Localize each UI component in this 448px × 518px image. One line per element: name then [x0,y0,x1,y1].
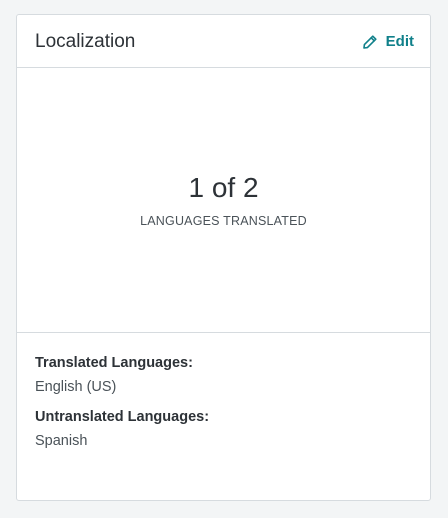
language-details: Translated Languages: English (US) Untra… [35,354,412,450]
translation-count: 1 of 2 [188,172,259,203]
card-header: Localization Edit [17,15,430,68]
untranslated-languages-label: Untranslated Languages: [35,409,210,425]
pencil-icon [362,34,378,50]
translated-languages-group: Translated Languages: English (US) [35,354,412,396]
translated-languages-value: English (US) [35,379,117,395]
translated-languages-label: Translated Languages: [35,355,193,371]
localization-card: Localization Edit 1 of 2 LANGUAGES TRANS… [16,14,431,501]
untranslated-languages-group: Untranslated Languages: Spanish [35,408,412,450]
translation-summary: 1 of 2 LANGUAGES TRANSLATED [17,68,430,333]
untranslated-languages-value: Spanish [35,433,88,449]
translation-count-label: LANGUAGES TRANSLATED [140,214,307,228]
edit-label: Edit [385,33,414,50]
card-title: Localization [35,31,136,52]
edit-button[interactable]: Edit [362,31,414,53]
